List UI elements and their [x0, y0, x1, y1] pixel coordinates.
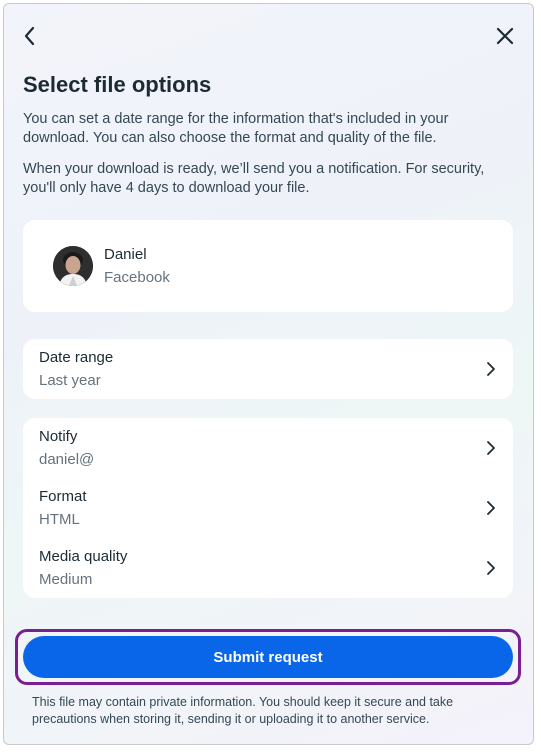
submit-highlight-frame: Submit request	[15, 629, 521, 685]
profile-name: Daniel	[104, 246, 147, 263]
notify-row[interactable]: Notify daniel@	[23, 418, 513, 478]
profile-card: Daniel Facebook	[23, 220, 513, 312]
notify-value: daniel@	[39, 451, 95, 468]
chevron-left-icon	[24, 26, 35, 46]
media-quality-row[interactable]: Media quality Medium	[23, 538, 513, 598]
date-range-row[interactable]: Date range Last year	[23, 339, 513, 399]
page-title: Select file options	[23, 72, 212, 97]
media-quality-value: Medium	[39, 571, 93, 588]
avatar	[53, 246, 93, 286]
file-options-dialog: Select file options You can set a date r…	[3, 3, 534, 745]
close-icon	[496, 27, 514, 45]
format-label: Format	[39, 488, 87, 505]
format-row[interactable]: Format HTML	[23, 478, 513, 538]
privacy-disclaimer: This file may contain private informatio…	[32, 695, 454, 726]
date-range-value: Last year	[39, 372, 101, 389]
intro-paragraph-notification: When your download is ready, we’ll send …	[23, 161, 485, 196]
media-quality-label: Media quality	[39, 548, 128, 565]
back-button[interactable]	[16, 22, 44, 50]
profile-platform: Facebook	[104, 269, 170, 286]
intro-paragraph-date-range: You can set a date range for the informa…	[23, 111, 449, 146]
chevron-right-icon	[487, 362, 495, 376]
chevron-right-icon	[487, 441, 495, 455]
notify-label: Notify	[39, 428, 78, 445]
format-value: HTML	[39, 511, 80, 528]
chevron-right-icon	[487, 501, 495, 515]
date-range-card: Date range Last year	[23, 339, 513, 399]
chevron-right-icon	[487, 561, 495, 575]
date-range-label: Date range	[39, 349, 114, 366]
submit-request-button[interactable]: Submit request	[23, 636, 513, 678]
options-card: Notify daniel@ Format HTML Media quality…	[23, 418, 513, 598]
close-button[interactable]	[491, 22, 519, 50]
avatar-photo	[53, 246, 93, 286]
